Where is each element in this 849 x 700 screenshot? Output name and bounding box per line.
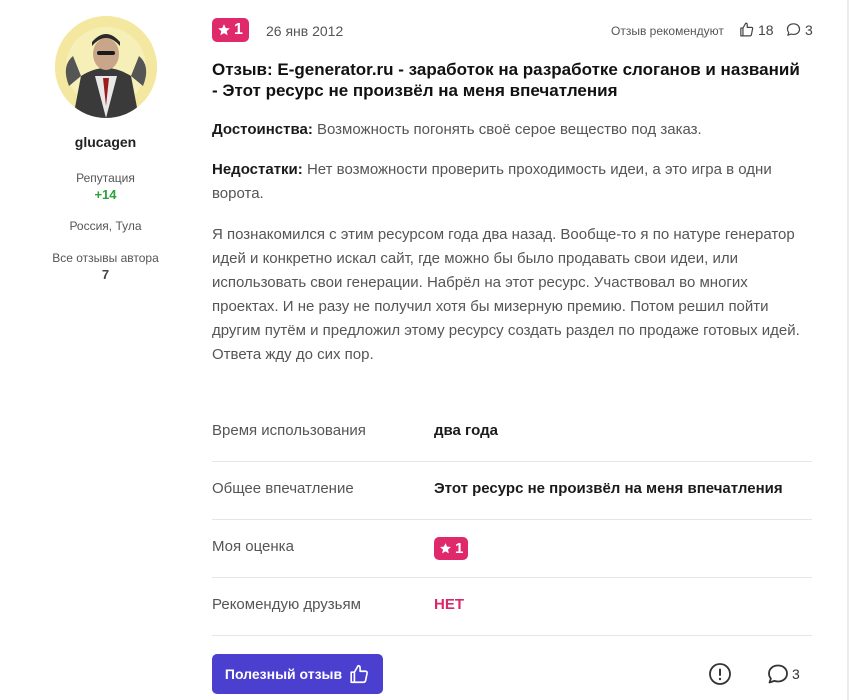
impression-label: Общее впечатление bbox=[212, 480, 354, 497]
usage-value: два года bbox=[434, 422, 498, 439]
comments-counter[interactable]: 3 bbox=[785, 21, 813, 38]
comments-count: 3 bbox=[805, 21, 813, 38]
helpful-button-label: Полезный отзыв bbox=[224, 666, 343, 682]
comment-icon bbox=[768, 664, 788, 684]
detail-row-rating: Моя оценка 1 bbox=[212, 520, 812, 578]
likes-counter[interactable]: 18 bbox=[738, 21, 774, 38]
my-rating-value: 1 bbox=[455, 540, 464, 557]
author-location: Россия, Тула bbox=[69, 219, 142, 233]
thumbs-up-icon bbox=[740, 22, 754, 37]
thumbs-up-icon bbox=[350, 664, 369, 684]
usage-label: Время использования bbox=[212, 422, 366, 439]
review-meta: 1 26 янв 2012 Отзыв рекомендуют 18 3 bbox=[212, 18, 813, 44]
review-body: Я познакомился с этим ресурсом года два … bbox=[212, 226, 800, 363]
author-username[interactable]: glucagen bbox=[30, 134, 181, 150]
avatar[interactable] bbox=[54, 16, 157, 118]
likes-count: 18 bbox=[758, 21, 774, 38]
recommend-friends-label: Рекомендую друзьям bbox=[212, 596, 361, 613]
comment-button[interactable]: 3 bbox=[766, 662, 800, 686]
cons-label: Недостатки: bbox=[212, 161, 303, 178]
report-icon bbox=[709, 663, 731, 685]
detail-row-recommend: Рекомендую друзьям НЕТ bbox=[212, 578, 812, 636]
all-reviews-count[interactable]: 7 bbox=[30, 267, 181, 282]
review-date: 26 янв 2012 bbox=[266, 23, 344, 39]
star-icon bbox=[440, 543, 451, 554]
impression-value: Этот ресурс не произвёл на меня впечатле… bbox=[434, 480, 783, 497]
reputation-label: Репутация bbox=[76, 171, 135, 185]
reputation-value: +14 bbox=[94, 187, 117, 202]
review-title: Отзыв: E-generator.ru - заработок на раз… bbox=[212, 60, 800, 100]
review-details: Время использования два года Общее впеча… bbox=[212, 404, 812, 636]
pros: Достоинства: Возможность погонять своё с… bbox=[212, 118, 812, 142]
detail-row-usage: Время использования два года bbox=[212, 404, 812, 462]
my-rating-badge: 1 bbox=[434, 537, 469, 560]
review-page: glucagen Репутация +14 Россия, Тула Все … bbox=[0, 0, 849, 700]
rating-badge: 1 bbox=[212, 18, 249, 42]
recommend-friends-value: НЕТ bbox=[434, 596, 464, 613]
pros-label: Достоинства: bbox=[212, 121, 313, 138]
my-rating-label: Моя оценка bbox=[212, 538, 294, 555]
all-reviews-label[interactable]: Все отзывы автора bbox=[30, 251, 181, 265]
comment-button-count: 3 bbox=[792, 666, 800, 682]
star-icon bbox=[218, 24, 230, 36]
rating-value: 1 bbox=[234, 21, 243, 38]
review-actions: Полезный отзыв 3 bbox=[212, 654, 812, 694]
review-content: 1 26 янв 2012 Отзыв рекомендуют 18 3 Отз… bbox=[212, 18, 813, 636]
helpful-review-button[interactable]: Полезный отзыв bbox=[212, 654, 383, 694]
report-button[interactable] bbox=[708, 662, 732, 686]
recommend-label: Отзыв рекомендуют bbox=[611, 24, 724, 38]
cons: Недостатки: Нет возможности проверить пр… bbox=[212, 158, 812, 206]
avatar-image bbox=[54, 16, 157, 118]
comment-icon bbox=[786, 23, 801, 36]
author-panel: glucagen Репутация +14 Россия, Тула Все … bbox=[30, 16, 181, 282]
pros-text: Возможность погонять своё серое вещество… bbox=[317, 121, 702, 138]
detail-row-impression: Общее впечатление Этот ресурс не произвё… bbox=[212, 462, 812, 520]
